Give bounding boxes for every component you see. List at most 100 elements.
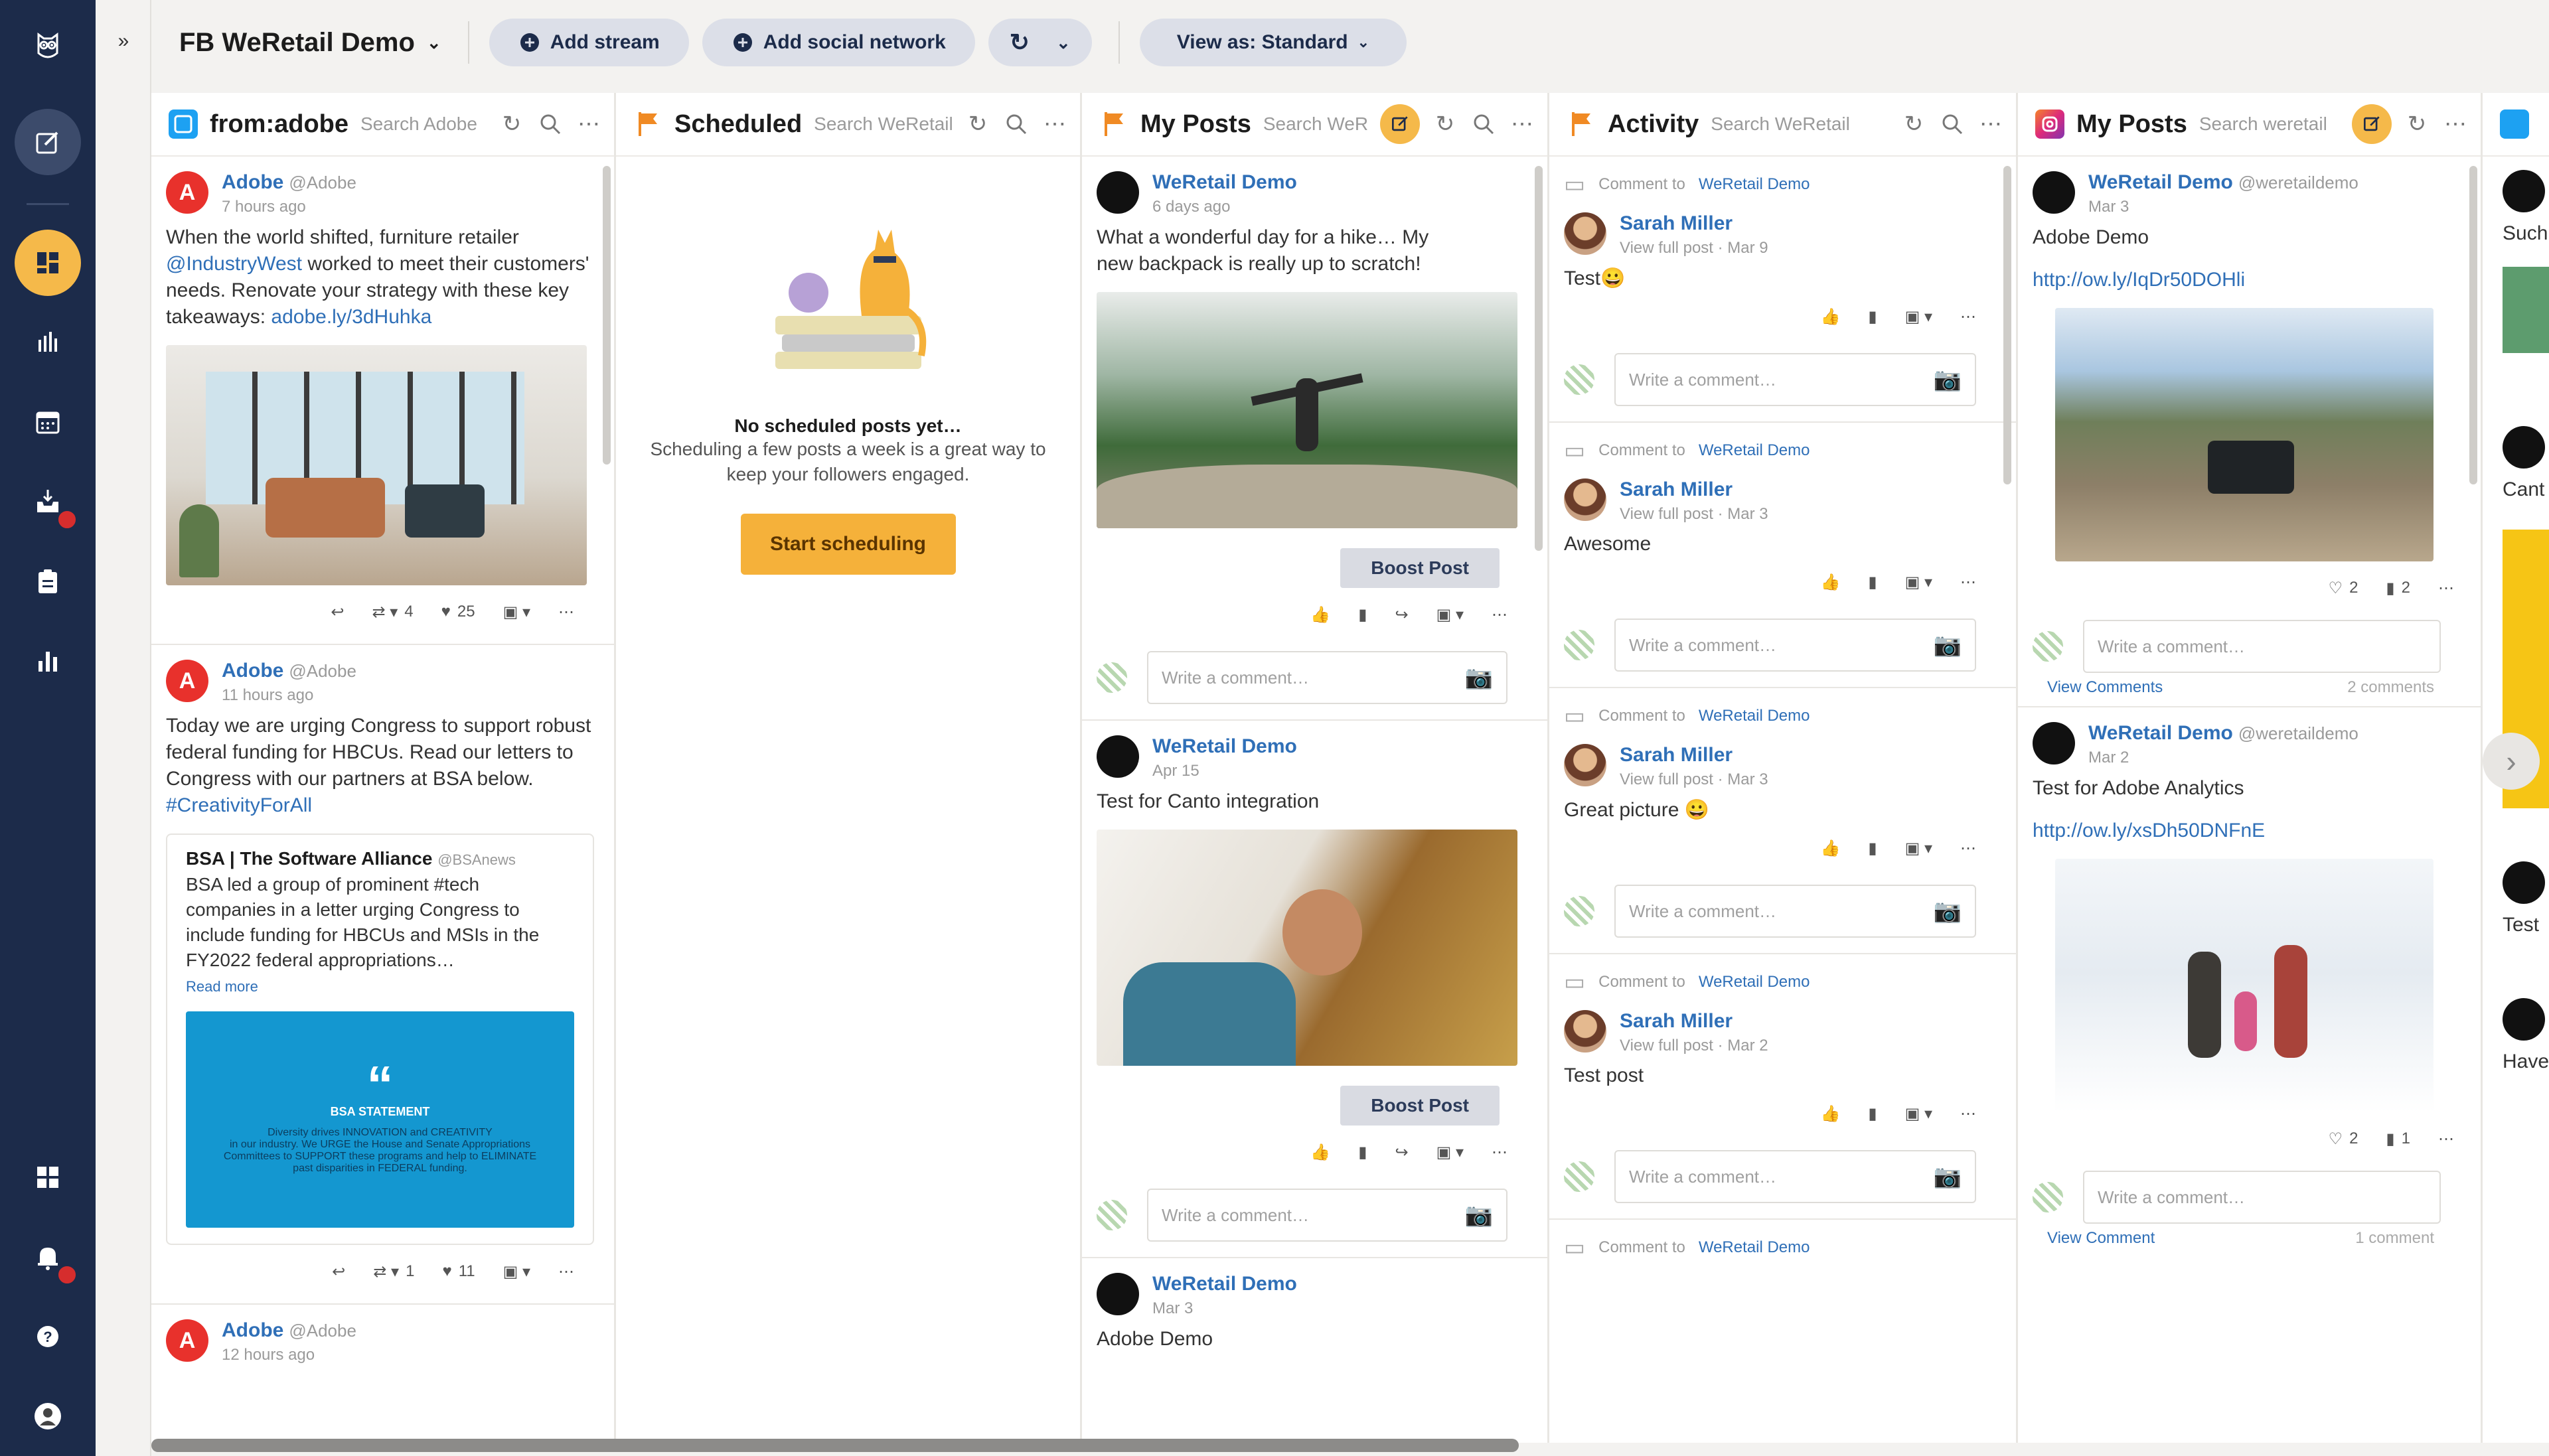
view-comments-link[interactable]: View Comment [2047,1229,2155,1248]
author-name[interactable]: Adobe [222,1319,283,1341]
camera-icon[interactable]: 📷 [1934,898,1962,924]
comment-input[interactable]: Write a comment… 📷 [1614,619,1976,672]
more-options-icon[interactable]: ⋯ [1960,307,1976,327]
assign-icon[interactable]: ▣ ▾ [503,603,530,622]
more-options-icon[interactable]: ⋯ [576,111,602,137]
retweet-icon[interactable]: ⇄ ▾ 1 [373,1262,414,1281]
post-link[interactable]: http://ow.ly/xsDh50DNFnE [2033,818,2461,844]
share-icon[interactable]: ↪ [1395,605,1409,624]
commenter-avatar[interactable] [1564,212,1606,255]
profile-avatar-icon[interactable] [15,1383,81,1449]
more-options-icon[interactable]: ⋯ [1042,111,1068,137]
backpacker-photo[interactable] [1097,830,1517,1066]
stream-scrollbar[interactable] [1535,166,1543,551]
search-icon[interactable] [1003,111,1030,137]
like-heart-icon[interactable]: ♡ 2 [2329,579,2358,598]
more-options-icon[interactable]: ⋯ [1960,839,1976,858]
search-icon[interactable] [1470,111,1497,137]
more-options-icon[interactable]: ⋯ [558,1262,574,1281]
stream-scrollbar[interactable] [603,166,611,465]
weretail-avatar[interactable] [1097,735,1139,778]
stream-search-input[interactable]: Search WeRetail [1711,113,1889,135]
more-options-icon[interactable]: ⋯ [1960,573,1976,592]
refresh-dropdown-button[interactable]: ↻ ⌄ [988,19,1092,66]
post-time[interactable]: 7 hours ago [222,198,356,216]
like-heart-icon[interactable]: ♡ 2 [2329,1129,2358,1149]
commenter-avatar[interactable] [1564,1010,1606,1053]
adobe-avatar[interactable]: A [166,660,208,702]
comment-icon[interactable]: ▮ 2 [2386,579,2410,598]
reports-icon[interactable] [15,628,81,694]
camera-icon[interactable]: 📷 [1465,664,1493,691]
author-name[interactable]: Adobe [222,171,283,193]
help-icon[interactable]: ? [15,1303,81,1370]
streams-icon[interactable] [15,230,81,296]
hashtag-link[interactable]: #CreativityForAll [166,794,312,816]
post-meta[interactable]: View full post · Mar 3 [1620,505,1768,524]
reply-icon[interactable]: ▮ [1868,839,1877,858]
refresh-icon[interactable]: ↻ [2404,111,2430,137]
author-name[interactable]: Adobe [222,660,283,682]
refresh-icon[interactable]: ↻ [1432,111,1458,137]
more-options-icon[interactable]: ⋯ [1509,111,1535,137]
author-name[interactable]: WeRetail Demo [1152,735,1297,758]
more-options-icon[interactable]: ⋯ [2438,579,2454,598]
quoted-tweet-card[interactable]: BSA | The Software Alliance @BSAnews BSA… [166,834,594,1245]
refresh-icon[interactable]: ↻ [1900,111,1927,137]
author-name[interactable]: Sarah Miller [1620,1010,1768,1033]
search-icon[interactable] [537,111,564,137]
assign-icon[interactable]: ▣ ▾ [1905,573,1932,592]
search-icon[interactable] [1939,111,1966,137]
weretail-avatar[interactable] [2033,171,2075,214]
adobe-avatar[interactable]: A [166,171,208,214]
hiker-mountain-photo[interactable] [1097,292,1517,528]
camera-icon[interactable]: 📷 [1934,632,1962,658]
reply-icon[interactable]: ↩ [331,603,344,622]
post-meta[interactable]: View full post · Mar 3 [1620,770,1768,789]
start-scheduling-button[interactable]: Start scheduling [740,514,956,575]
like-thumb-icon[interactable]: 👍 [1821,573,1841,592]
author-name[interactable]: WeRetail Demo [2088,171,2233,193]
refresh-icon[interactable]: ↻ [499,111,525,137]
like-thumb-icon[interactable]: 👍 [1821,1104,1841,1124]
target-link[interactable]: WeRetail Demo [1699,441,1810,460]
avatar[interactable] [2503,861,2545,904]
planner-calendar-icon[interactable] [15,389,81,455]
target-link[interactable]: WeRetail Demo [1699,175,1810,194]
stream-scrollbar[interactable] [2469,166,2477,484]
read-more-link[interactable]: Read more [186,978,574,995]
comment-input[interactable]: Write a comment… 📷 [1147,651,1507,704]
post-time[interactable]: 11 hours ago [222,686,356,705]
more-options-icon[interactable]: ⋯ [1977,111,2004,137]
refresh-icon[interactable]: ↻ [965,111,991,137]
post-time[interactable]: 6 days ago [1152,198,1297,216]
comment-input[interactable]: Write a comment… 📷 [1614,1150,1976,1203]
post-link[interactable]: http://ow.ly/IqDr50DOHli [2033,267,2461,293]
more-options-icon[interactable]: ⋯ [1960,1104,1976,1124]
post-time[interactable]: 12 hours ago [222,1346,356,1364]
scroll-right-chevron-icon[interactable]: › [2483,733,2540,790]
more-options-icon[interactable]: ⋯ [1492,605,1507,624]
comment-input[interactable]: Write a comment… 📷 [1614,885,1976,938]
assign-icon[interactable]: ▣ ▾ [1905,307,1932,327]
weretail-avatar[interactable] [1097,171,1139,214]
commenter-avatar[interactable] [1564,744,1606,786]
like-thumb-icon[interactable]: 👍 [1310,605,1330,624]
more-options-icon[interactable]: ⋯ [558,603,574,622]
bsa-statement-image[interactable]: “ BSA STATEMENT Diversity drives INNOVAT… [186,1011,574,1228]
assign-icon[interactable]: ▣ ▾ [1905,839,1932,858]
inbox-icon[interactable] [15,469,81,535]
avatar[interactable] [2503,998,2545,1041]
adobe-avatar[interactable]: A [166,1319,208,1362]
post-time[interactable]: Mar 3 [2088,198,2358,216]
assign-icon[interactable]: ▣ ▾ [1905,1104,1932,1124]
add-stream-button[interactable]: Add stream [489,19,689,66]
more-options-icon[interactable]: ⋯ [2438,1129,2454,1149]
add-social-network-button[interactable]: Add social network [702,19,975,66]
like-thumb-icon[interactable]: 👍 [1821,839,1841,858]
target-link[interactable]: WeRetail Demo [1699,1238,1810,1257]
reply-icon[interactable]: ▮ [1868,307,1877,327]
like-heart-icon[interactable]: ♥ 11 [442,1262,475,1281]
stream-scrollbar[interactable] [2003,166,2011,484]
author-name[interactable]: Sarah Miller [1620,478,1768,501]
